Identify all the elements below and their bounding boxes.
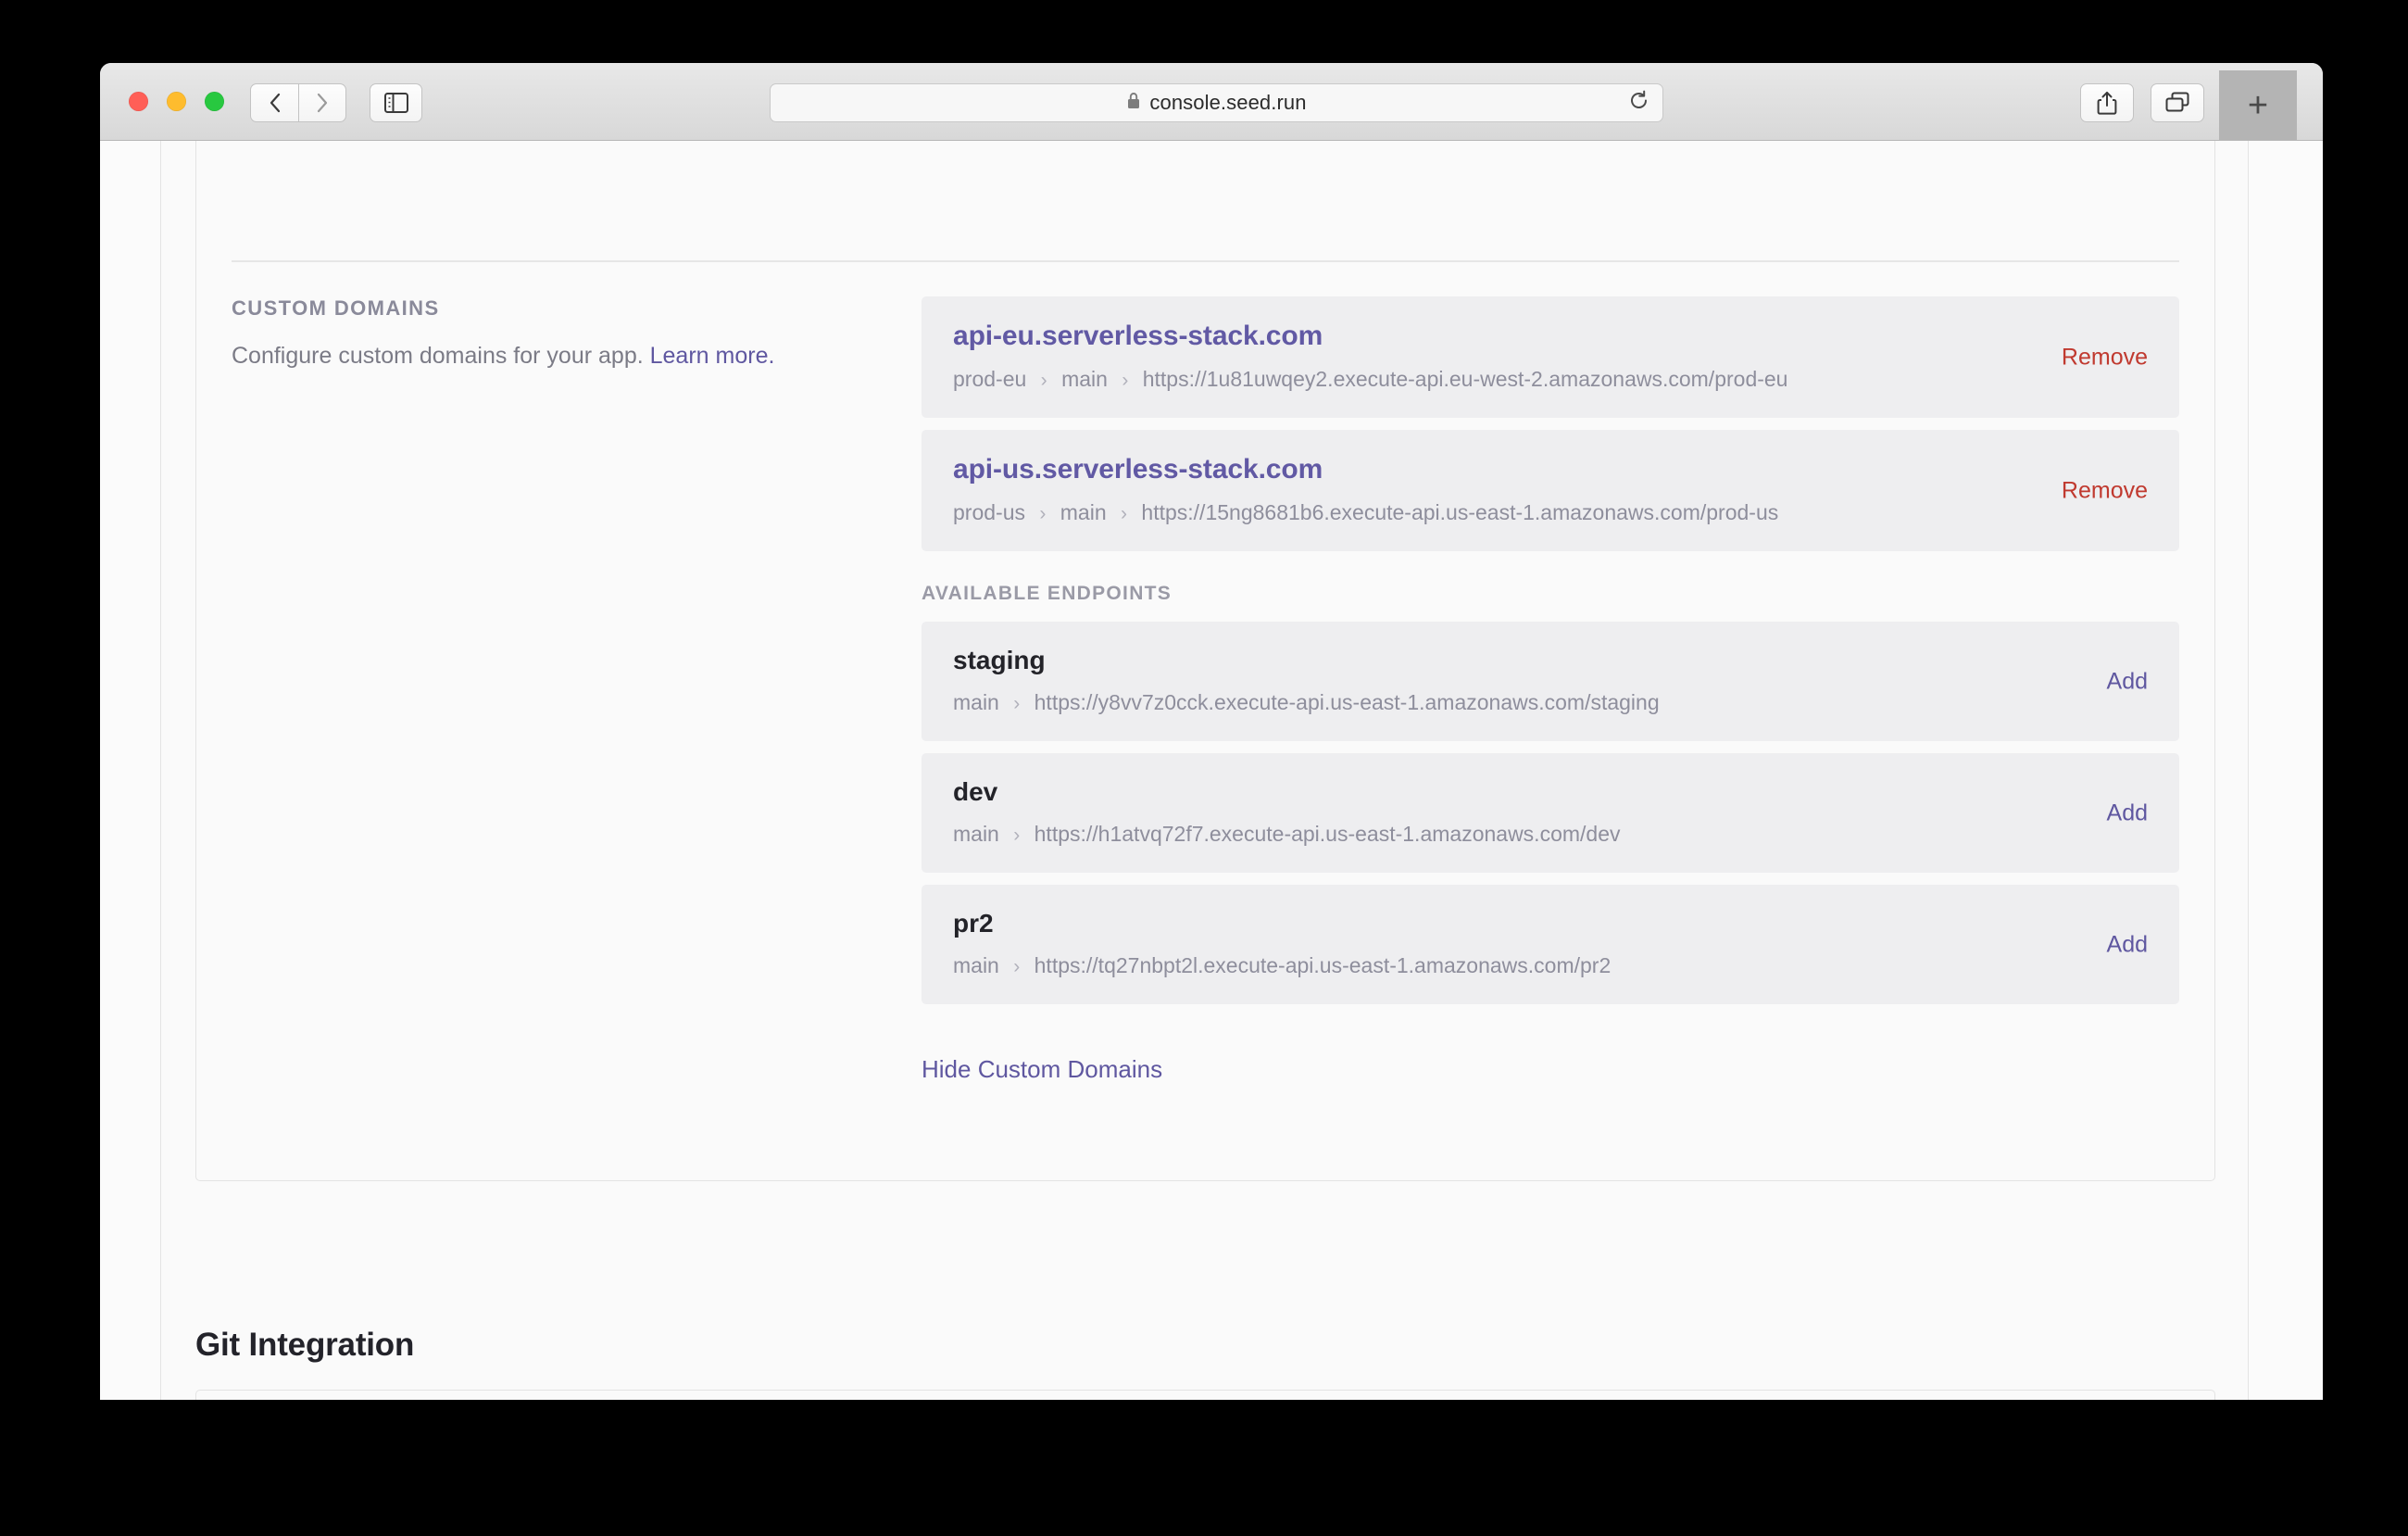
page-left-gutter bbox=[100, 141, 161, 1400]
learn-more-link[interactable]: Learn more. bbox=[650, 343, 775, 369]
close-window-button[interactable] bbox=[129, 92, 148, 111]
domain-stage: prod-us bbox=[953, 500, 1025, 524]
breadcrumb-separator-icon: › bbox=[1013, 693, 1021, 714]
share-icon bbox=[2097, 91, 2117, 115]
domain-endpoint: https://15ng8681b6.execute-api.us-east-1… bbox=[1141, 500, 1779, 524]
forward-button[interactable] bbox=[298, 83, 346, 122]
domain-row: api-us.serverless-stack.com prod-us › ma… bbox=[922, 430, 2179, 551]
sidebar-toggle-icon bbox=[383, 93, 408, 113]
sidebar-toggle-button[interactable] bbox=[370, 83, 422, 122]
custom-domains-description: Configure custom domains for your app. L… bbox=[232, 341, 903, 372]
share-button[interactable] bbox=[2080, 83, 2134, 122]
domain-breadcrumb: prod-us › main › https://15ng8681b6.exec… bbox=[953, 500, 2148, 525]
custom-domains-label: CUSTOM DOMAINS bbox=[232, 296, 440, 320]
custom-domains-list: api-eu.serverless-stack.com prod-eu › ma… bbox=[922, 296, 2179, 1084]
endpoint-breadcrumb: main › https://tq27nbpt2l.execute-api.us… bbox=[953, 953, 2148, 978]
address-bar[interactable]: console.seed.run bbox=[770, 83, 1663, 122]
page-viewport: CUSTOM DOMAINS Configure custom domains … bbox=[100, 141, 2323, 1400]
endpoint-url: https://h1atvq72f7.execute-api.us-east-1… bbox=[1034, 822, 1621, 846]
chevron-right-icon bbox=[316, 92, 329, 114]
minimize-window-button[interactable] bbox=[167, 92, 186, 111]
remove-domain-link[interactable]: Remove bbox=[2062, 344, 2148, 371]
lock-icon bbox=[1126, 91, 1141, 115]
custom-domains-card: CUSTOM DOMAINS Configure custom domains … bbox=[195, 141, 2215, 1181]
endpoint-name: pr2 bbox=[953, 909, 994, 938]
breadcrumb-separator-icon: › bbox=[1013, 825, 1021, 846]
browser-toolbar: console.seed.run + bbox=[100, 63, 2323, 141]
domain-name[interactable]: api-eu.serverless-stack.com bbox=[953, 321, 2148, 352]
custom-domains-description-text: Configure custom domains for your app. bbox=[232, 343, 644, 369]
tab-overview-button[interactable] bbox=[2151, 83, 2204, 122]
new-tab-button[interactable]: + bbox=[2219, 70, 2297, 140]
endpoint-row: dev main › https://h1atvq72f7.execute-ap… bbox=[922, 753, 2179, 873]
custom-domains-section: CUSTOM DOMAINS Configure custom domains … bbox=[232, 296, 2179, 1084]
chevron-left-icon bbox=[269, 92, 282, 114]
tab-overview-icon bbox=[2165, 92, 2189, 114]
reload-icon bbox=[1628, 90, 1649, 116]
window-controls bbox=[129, 92, 224, 111]
custom-domains-info: CUSTOM DOMAINS Configure custom domains … bbox=[232, 296, 922, 1084]
endpoint-branch: main bbox=[953, 690, 999, 714]
back-button[interactable] bbox=[250, 83, 298, 122]
remove-domain-link[interactable]: Remove bbox=[2062, 477, 2148, 504]
hide-custom-domains-link[interactable]: Hide Custom Domains bbox=[922, 1055, 1162, 1084]
card-divider bbox=[232, 260, 2179, 262]
domain-branch: main bbox=[1060, 500, 1107, 524]
endpoint-row: pr2 main › https://tq27nbpt2l.execute-ap… bbox=[922, 885, 2179, 1004]
git-integration-heading: Git Integration bbox=[195, 1327, 415, 1363]
domain-endpoint: https://1u81uwqey2.execute-api.eu-west-2… bbox=[1142, 367, 1788, 391]
address-bar-url: console.seed.run bbox=[1149, 91, 1307, 114]
endpoint-url: https://tq27nbpt2l.execute-api.us-east-1… bbox=[1034, 953, 1612, 977]
endpoint-breadcrumb: main › https://h1atvq72f7.execute-api.us… bbox=[953, 822, 2148, 847]
page-right-gutter bbox=[2248, 141, 2323, 1400]
git-integration-card: GIT REPO Currently connected to: https:/… bbox=[195, 1390, 2215, 1400]
breadcrumb-separator-icon: › bbox=[1040, 370, 1047, 391]
domain-stage: prod-eu bbox=[953, 367, 1027, 391]
endpoint-breadcrumb: main › https://y8vv7z0cck.execute-api.us… bbox=[953, 690, 2148, 715]
domain-row: api-eu.serverless-stack.com prod-eu › ma… bbox=[922, 296, 2179, 418]
browser-window: console.seed.run + CUSTOM DOMAINS Config… bbox=[100, 63, 2323, 1400]
endpoint-name: dev bbox=[953, 777, 998, 806]
available-endpoints-label: AVAILABLE ENDPOINTS bbox=[922, 583, 1173, 604]
domain-name[interactable]: api-us.serverless-stack.com bbox=[953, 454, 2148, 485]
maximize-window-button[interactable] bbox=[205, 92, 224, 111]
breadcrumb-separator-icon: › bbox=[1121, 503, 1128, 524]
endpoint-url: https://y8vv7z0cck.execute-api.us-east-1… bbox=[1034, 690, 1660, 714]
endpoint-branch: main bbox=[953, 822, 999, 846]
breadcrumb-separator-icon: › bbox=[1122, 370, 1129, 391]
endpoint-branch: main bbox=[953, 953, 999, 977]
domain-branch: main bbox=[1061, 367, 1108, 391]
breadcrumb-separator-icon: › bbox=[1039, 503, 1047, 524]
breadcrumb-separator-icon: › bbox=[1013, 956, 1021, 977]
page-content: CUSTOM DOMAINS Configure custom domains … bbox=[161, 141, 2248, 1400]
reload-button[interactable] bbox=[1628, 90, 1649, 116]
endpoint-row: staging main › https://y8vv7z0cck.execut… bbox=[922, 622, 2179, 741]
add-endpoint-link[interactable]: Add bbox=[2107, 668, 2148, 695]
add-endpoint-link[interactable]: Add bbox=[2107, 931, 2148, 958]
endpoint-name: staging bbox=[953, 646, 1046, 674]
domain-breadcrumb: prod-eu › main › https://1u81uwqey2.exec… bbox=[953, 367, 2148, 392]
add-endpoint-link[interactable]: Add bbox=[2107, 799, 2148, 826]
new-tab-label: + bbox=[2247, 85, 2269, 125]
